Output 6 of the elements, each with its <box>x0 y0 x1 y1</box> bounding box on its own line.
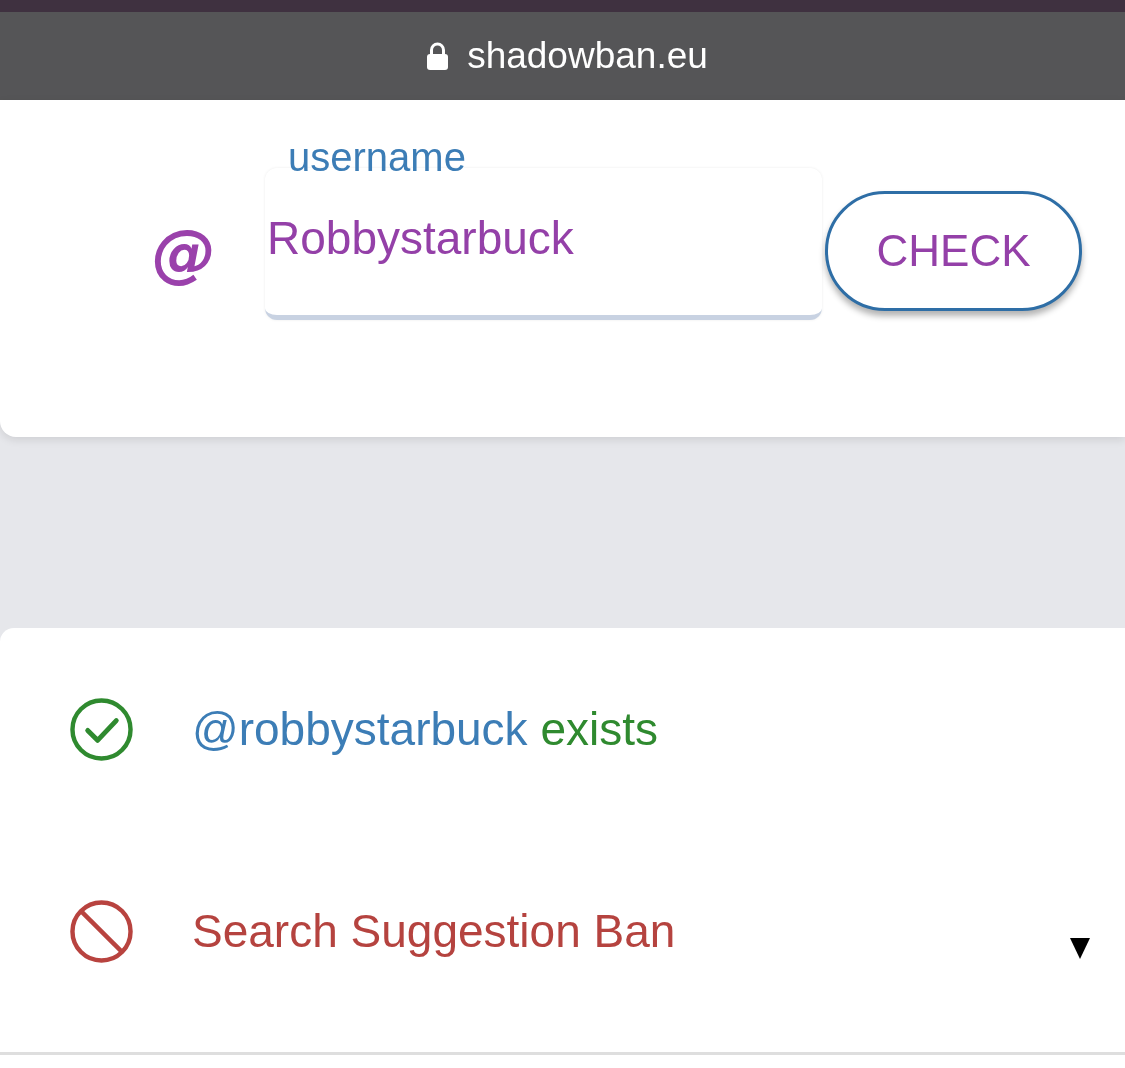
at-sign-prefix: @ <box>152 217 216 288</box>
address-text[interactable]: shadowban.eu <box>467 34 708 78</box>
check-button[interactable]: CHECK <box>825 190 1082 311</box>
test-name: Search Suggestion Ban <box>192 904 676 958</box>
result-text: @robbystarbuck exists <box>192 702 658 756</box>
caret-icon[interactable] <box>1070 937 1090 959</box>
